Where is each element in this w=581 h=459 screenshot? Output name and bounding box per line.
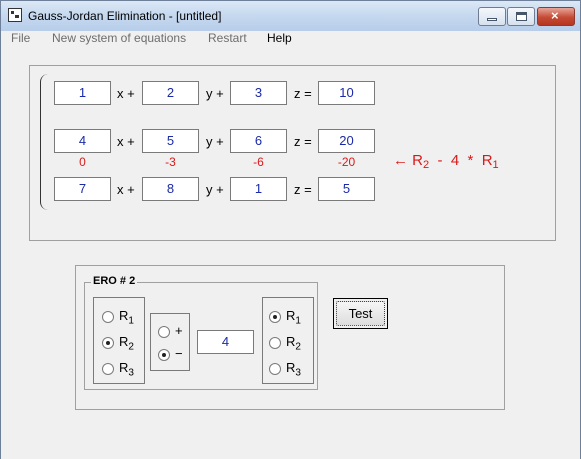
- row3-rhs[interactable]: 5: [318, 177, 375, 201]
- ero-group-box: ERO # 2 R1 R2 R3 + − 4 R1 R2 R3: [84, 275, 318, 390]
- close-icon: ×: [551, 8, 559, 23]
- menu-file[interactable]: File: [11, 31, 30, 45]
- window-title: Gauss-Jordan Elimination - [untitled]: [28, 9, 222, 23]
- result-y: -3: [165, 155, 176, 169]
- row1-x-coef[interactable]: 1: [54, 81, 111, 105]
- row1-y-label: y +: [206, 86, 224, 101]
- row3-x-label: x +: [117, 182, 135, 197]
- row1-rhs[interactable]: 10: [318, 81, 375, 105]
- target-radio-r3[interactable]: R3: [102, 360, 142, 379]
- test-button[interactable]: Test: [333, 298, 388, 329]
- minimize-icon: [487, 18, 497, 21]
- ero-caption: ERO # 2: [91, 275, 138, 287]
- radio-dot-selected: [269, 311, 281, 323]
- result-x: 0: [79, 155, 86, 169]
- row-operation-label: ← R2 - 4 * R1: [393, 152, 499, 171]
- row1-x-label: x +: [117, 86, 135, 101]
- sign-selector: + −: [150, 313, 190, 371]
- row2-y-label: y +: [206, 134, 224, 149]
- radio-dot: [158, 326, 170, 338]
- row3-z-label: z =: [294, 182, 312, 197]
- radio-dot-selected: [158, 349, 170, 361]
- left-arrow-icon: ←: [393, 152, 408, 169]
- minimize-button[interactable]: [478, 7, 506, 26]
- row1-y-coef[interactable]: 2: [142, 81, 199, 105]
- menu-help[interactable]: Help: [267, 31, 292, 45]
- radio-dot-selected: [102, 337, 114, 349]
- equation-panel: 1 x + 2 y + 3 z = 10 4 x + 5 y + 6 z = 2…: [29, 65, 556, 241]
- row2-rhs[interactable]: 20: [318, 129, 375, 153]
- radio-dot: [269, 337, 281, 349]
- radio-dot: [102, 311, 114, 323]
- test-button-label: Test: [336, 301, 385, 326]
- source-radio-r3[interactable]: R3: [269, 360, 309, 379]
- row1-z-label: z =: [294, 86, 312, 101]
- row3-z-coef[interactable]: 1: [230, 177, 287, 201]
- result-rhs: -20: [337, 155, 356, 169]
- source-row-selector: R1 R2 R3: [262, 297, 314, 384]
- app-window: Gauss-Jordan Elimination - [untitled] × …: [0, 0, 581, 459]
- radio-dot: [102, 363, 114, 375]
- row3-x-coef[interactable]: 7: [54, 177, 111, 201]
- row1-z-coef[interactable]: 3: [230, 81, 287, 105]
- menu-bar: File New system of equations Restart Hel…: [1, 31, 580, 48]
- menu-restart[interactable]: Restart: [208, 31, 247, 45]
- source-radio-r1[interactable]: R1: [269, 308, 309, 327]
- target-radio-r2[interactable]: R2: [102, 334, 142, 353]
- source-radio-r2[interactable]: R2: [269, 334, 309, 353]
- row2-x-label: x +: [117, 134, 135, 149]
- multiplier-input[interactable]: 4: [197, 330, 254, 354]
- sign-radio-minus[interactable]: −: [158, 346, 198, 364]
- client-area: 1 x + 2 y + 3 z = 10 4 x + 5 y + 6 z = 2…: [1, 48, 580, 459]
- maximize-icon: [516, 12, 527, 21]
- sign-radio-plus[interactable]: +: [158, 323, 198, 341]
- row3-y-coef[interactable]: 8: [142, 177, 199, 201]
- app-icon[interactable]: [8, 8, 22, 22]
- ero-panel: ERO # 2 R1 R2 R3 + − 4 R1 R2 R3 Test: [75, 265, 505, 410]
- row2-x-coef[interactable]: 4: [54, 129, 111, 153]
- row2-z-label: z =: [294, 134, 312, 149]
- title-bar[interactable]: Gauss-Jordan Elimination - [untitled] ×: [1, 1, 580, 31]
- row3-y-label: y +: [206, 182, 224, 197]
- result-z: -6: [253, 155, 264, 169]
- radio-dot: [269, 363, 281, 375]
- target-row-selector: R1 R2 R3: [93, 297, 145, 384]
- row2-z-coef[interactable]: 6: [230, 129, 287, 153]
- target-radio-r1[interactable]: R1: [102, 308, 142, 327]
- maximize-button[interactable]: [507, 7, 535, 26]
- close-button[interactable]: ×: [537, 7, 575, 26]
- row2-y-coef[interactable]: 5: [142, 129, 199, 153]
- menu-new-system[interactable]: New system of equations: [52, 31, 186, 45]
- system-brace: [40, 74, 50, 210]
